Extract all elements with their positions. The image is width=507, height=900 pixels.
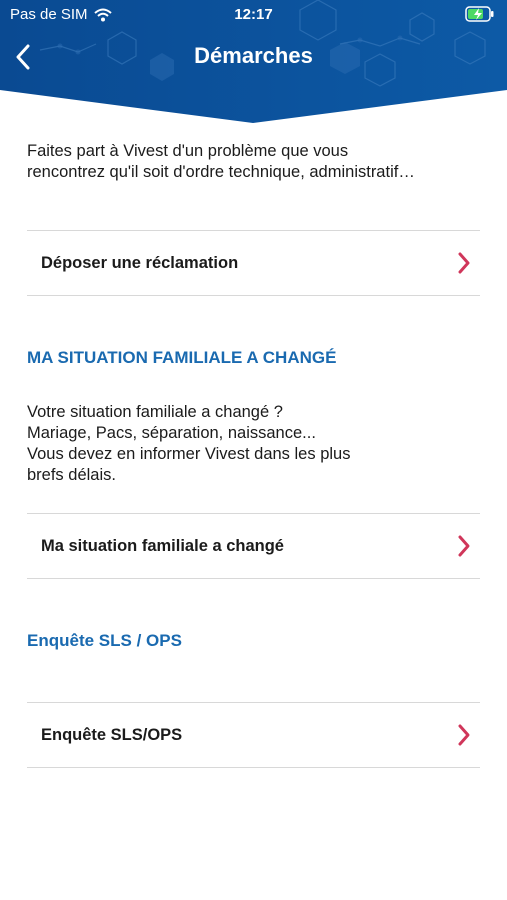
status-bar: Pas de SIM 12:17	[0, 0, 507, 32]
status-time: 12:17	[234, 6, 273, 23]
app-header: Pas de SIM 12:17 Démarches	[0, 0, 507, 125]
family-line-1: Votre situation familiale a changé ?	[27, 403, 283, 421]
battery-charging-icon	[465, 6, 495, 26]
section-title-family: MA SITUATION FAMILIALE A CHANGÉ	[27, 348, 337, 367]
page-title: Démarches	[194, 43, 313, 68]
chevron-right-icon	[458, 724, 470, 746]
row-situation-familiale[interactable]: Ma situation familiale a changé	[27, 513, 480, 579]
row-label: Ma situation familiale a changé	[41, 536, 284, 555]
row-label: Enquête SLS/OPS	[41, 725, 183, 744]
intro-text: Faites part à Vivest d'un problème que v…	[27, 141, 487, 183]
row-deposer-reclamation[interactable]: Déposer une réclamation	[27, 230, 480, 296]
chevron-right-icon	[458, 535, 470, 557]
family-line-2: Mariage, Pacs, séparation, naissance...	[27, 424, 316, 442]
family-line-3: Vous devez en informer Vivest dans les p…	[27, 445, 351, 463]
intro-line-2: rencontrez qu'il soit d'ordre technique,…	[27, 163, 415, 181]
intro-line-1: Faites part à Vivest d'un problème que v…	[27, 142, 349, 160]
chevron-right-icon	[458, 252, 470, 274]
family-paragraph: Votre situation familiale a changé ? Mar…	[27, 402, 447, 486]
family-line-4: brefs délais.	[27, 466, 116, 484]
row-enquete-sls-ops[interactable]: Enquête SLS/OPS	[27, 702, 480, 768]
row-label: Déposer une réclamation	[41, 253, 239, 272]
section-title-survey: Enquête SLS / OPS	[27, 631, 182, 650]
